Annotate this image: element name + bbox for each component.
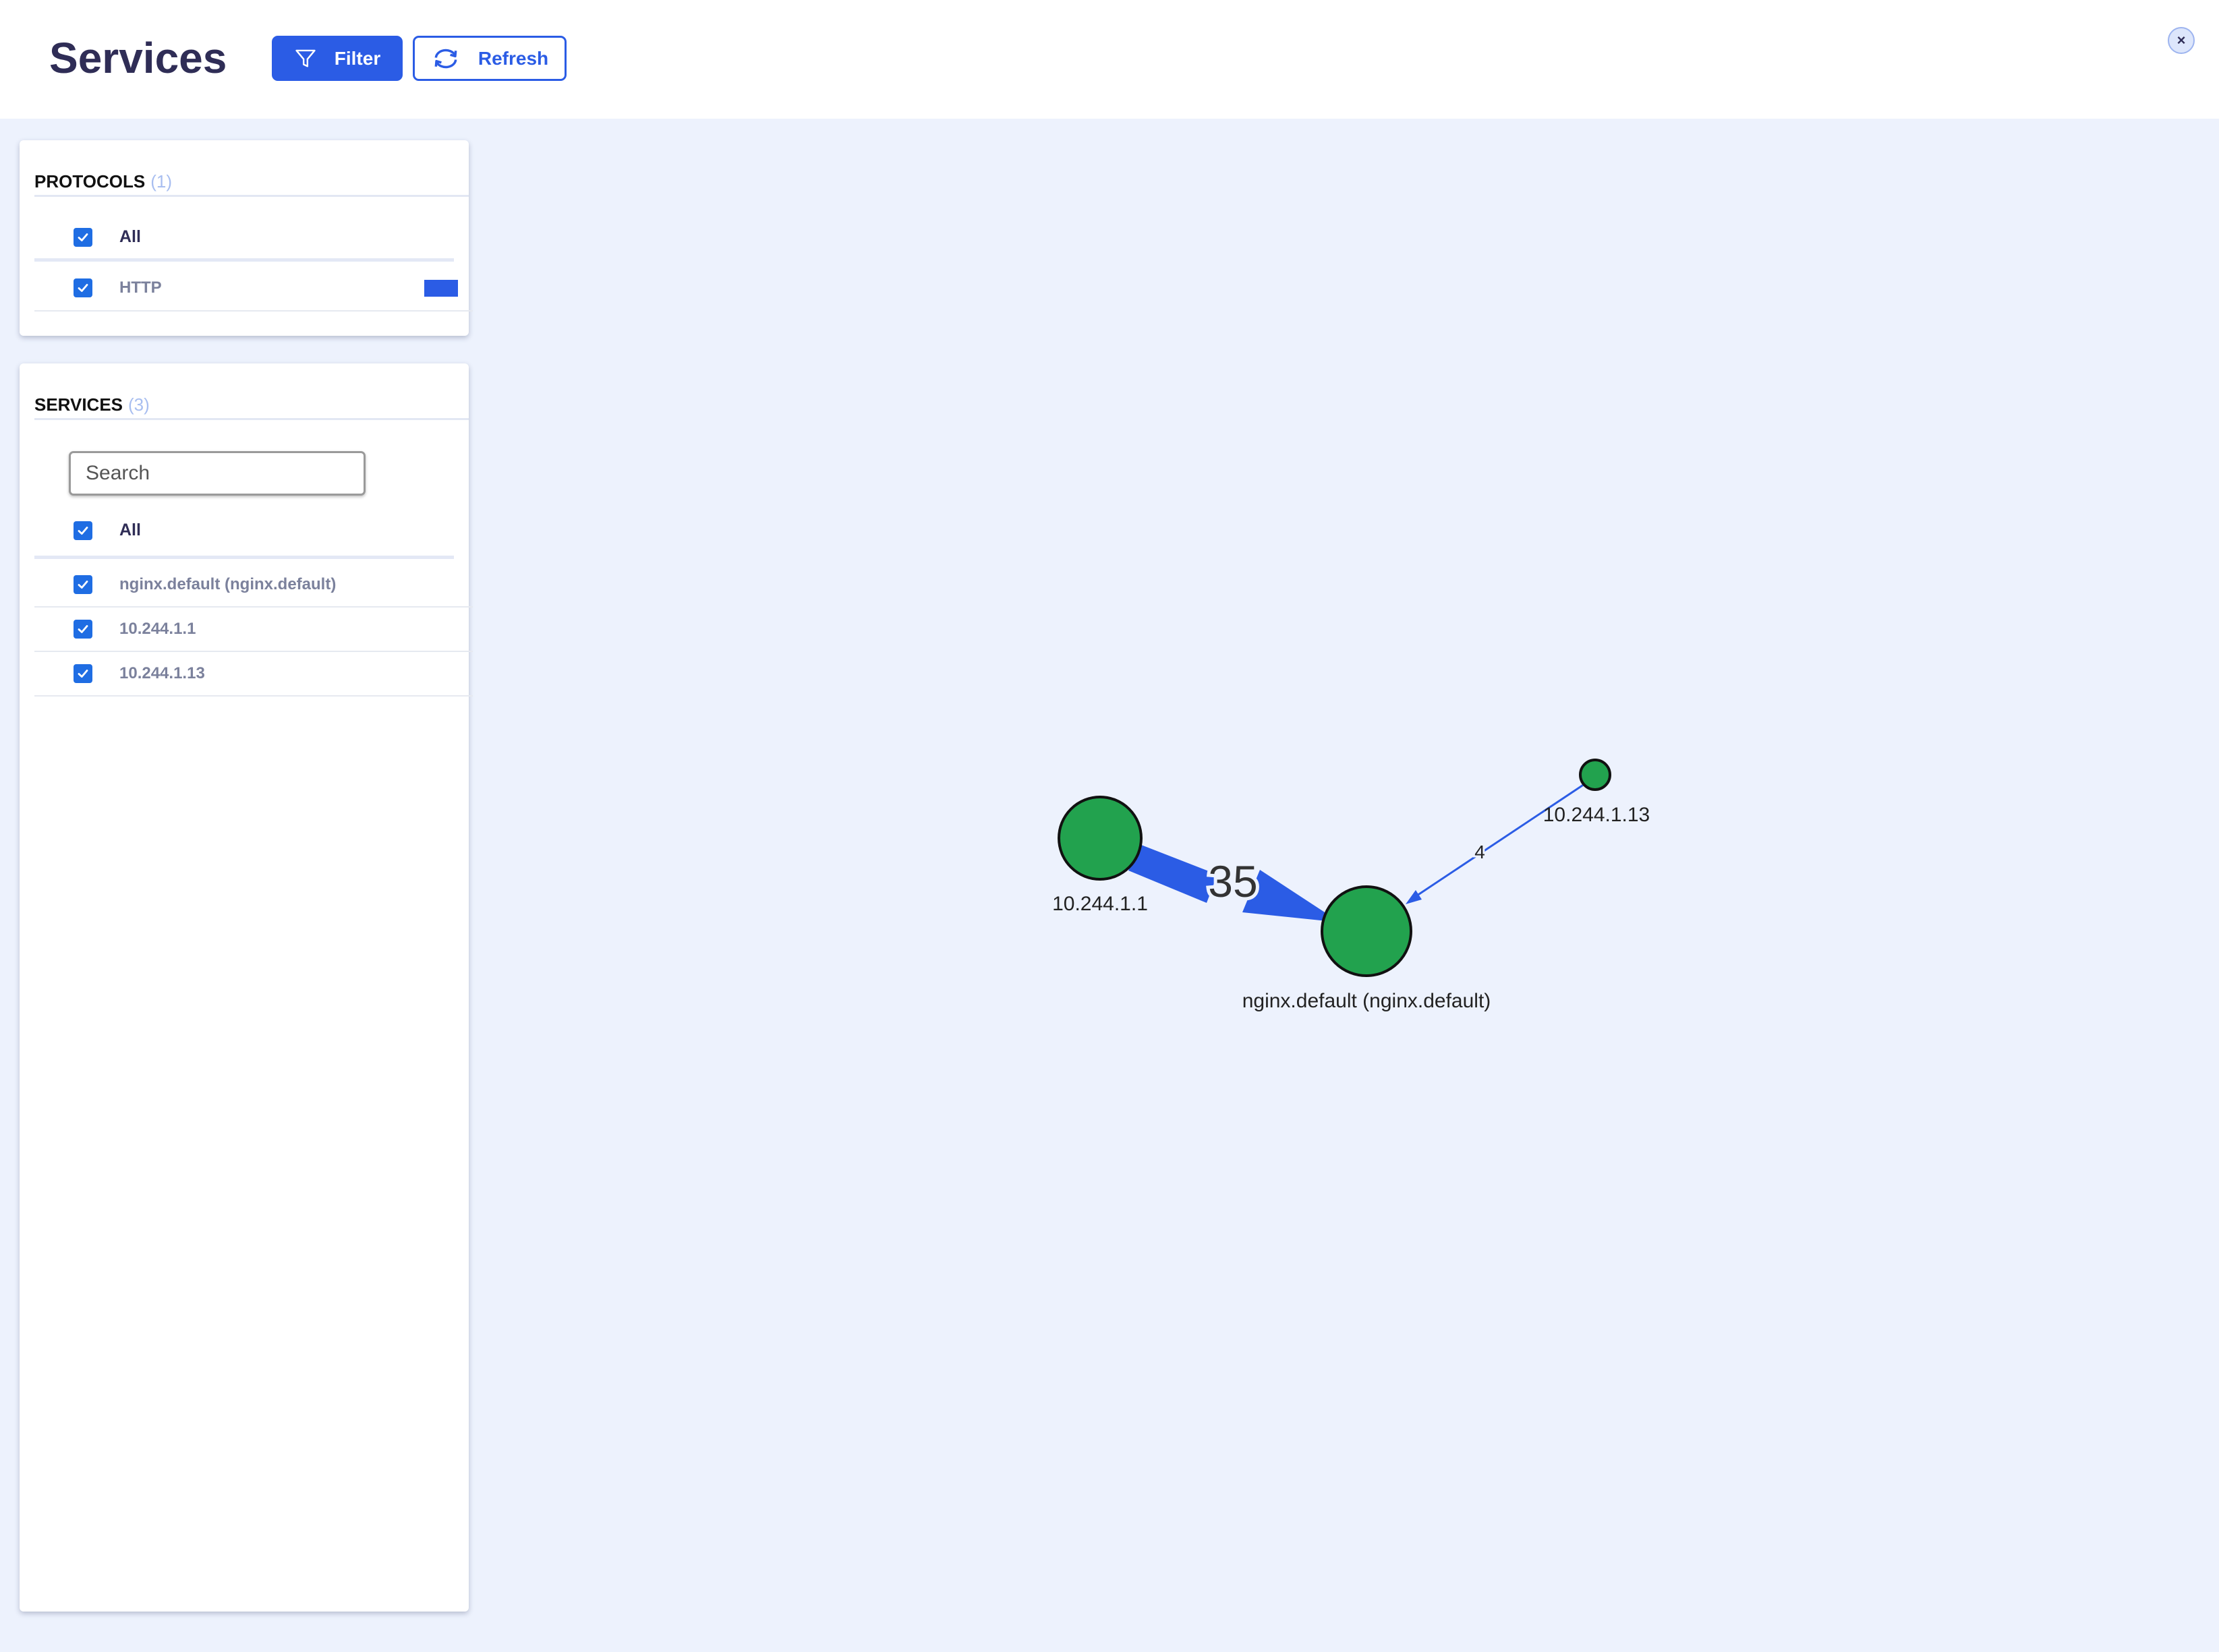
search-input[interactable] [69, 451, 366, 496]
protocols-all-checkbox[interactable] [74, 227, 92, 247]
graph-node-10-244-1-1[interactable] [1058, 796, 1143, 881]
checkmark-icon [78, 526, 88, 535]
page-title: Services [49, 34, 227, 82]
service-nginx-label: nginx.default (nginx.default) [119, 575, 337, 593]
services-all-label: All [119, 521, 141, 539]
protocol-http-checkbox[interactable] [74, 278, 92, 297]
refresh-button-label: Refresh [478, 47, 549, 69]
service-10-244-1-1-label: 10.244.1.1 [119, 620, 196, 638]
funnel-icon [294, 47, 317, 70]
checkmark-icon [78, 625, 88, 633]
graph-edge-n1-nginx[interactable] [1128, 845, 1340, 922]
checkmark-icon [78, 233, 88, 241]
graph-node-label-10-244-1-13: 10.244.1.13 [1543, 804, 1650, 826]
protocols-panel: PROTOCOLS (1) All HTTP [20, 140, 473, 336]
protocols-header: PROTOCOLS (1) [34, 140, 469, 197]
protocol-color-swatch [424, 279, 458, 297]
services-all-checkbox[interactable] [74, 521, 92, 540]
services-heading: SERVICES [34, 394, 123, 415]
header-bar: Services Filter Refresh × [0, 0, 2219, 119]
protocols-heading: PROTOCOLS [34, 171, 146, 191]
services-all-row[interactable]: All [34, 505, 454, 559]
graph-node-label-nginx: nginx.default (nginx.default) [1242, 990, 1491, 1012]
service-item-10-244-1-1[interactable]: 10.244.1.1 [34, 608, 473, 652]
checkmark-icon [78, 284, 88, 292]
checkmark-icon [78, 670, 88, 678]
refresh-arrows-icon [431, 47, 461, 71]
graph-node-10-244-1-13[interactable] [1579, 759, 1611, 791]
graph-node-label-10-244-1-1: 10.244.1.1 [1052, 893, 1148, 915]
service-10-244-1-1-checkbox[interactable] [74, 620, 92, 639]
services-panel: SERVICES (3) All nginx.default (nginx.de… [20, 363, 473, 1612]
protocols-count: (1) [150, 171, 172, 191]
refresh-button[interactable]: Refresh [413, 36, 567, 81]
services-header: SERVICES (3) [34, 363, 469, 420]
graph-edge-n13-nginx[interactable] [1406, 783, 1585, 904]
filter-button[interactable]: Filter [272, 36, 403, 81]
service-10-244-1-13-checkbox[interactable] [74, 664, 92, 683]
graph-edge-label-4: 4 [1474, 842, 1485, 862]
graph-node-nginx[interactable] [1321, 885, 1412, 977]
close-icon[interactable]: × [2168, 27, 2195, 54]
protocols-all-row[interactable]: All [34, 216, 454, 262]
services-count: (3) [128, 394, 150, 415]
filter-button-label: Filter [334, 47, 381, 69]
service-item-nginx[interactable]: nginx.default (nginx.default) [34, 563, 473, 608]
service-nginx-checkbox[interactable] [74, 575, 92, 594]
graph-edge-label-35: 35 [1208, 856, 1257, 906]
checkmark-icon [78, 581, 88, 589]
protocol-item-http[interactable]: HTTP [34, 266, 473, 312]
service-10-244-1-13-label: 10.244.1.13 [119, 664, 205, 682]
protocols-all-label: All [119, 227, 141, 246]
protocol-http-label: HTTP [119, 278, 162, 297]
service-item-10-244-1-13[interactable]: 10.244.1.13 [34, 652, 473, 697]
